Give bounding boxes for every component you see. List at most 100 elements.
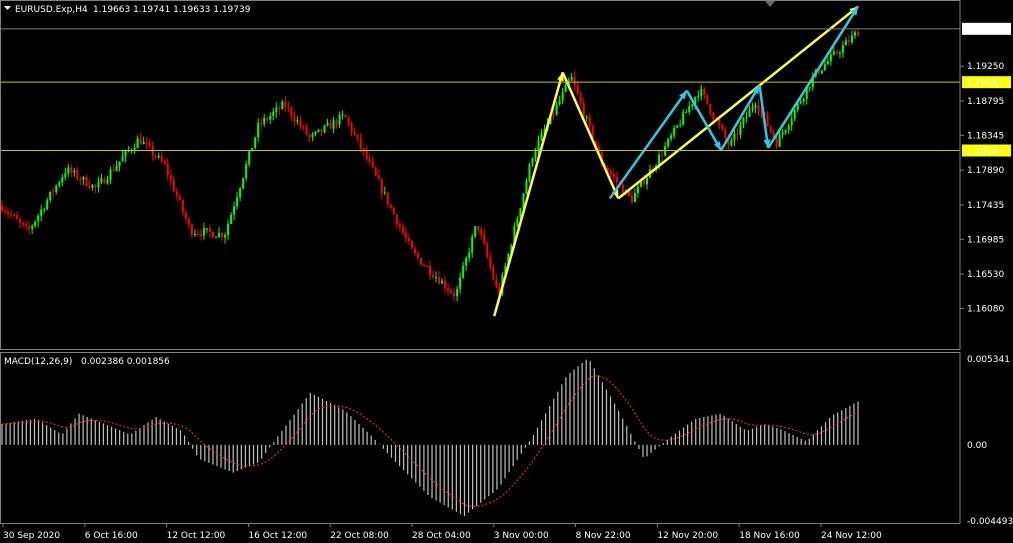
candle-body [263,117,266,124]
candle-body [685,112,688,114]
time-axis-label: 24 Nov 12:00 [821,531,882,541]
candle-body [823,64,826,71]
candle-body [284,101,287,107]
time-axis-label: 3 Nov 00:00 [494,531,549,541]
candle-body [82,176,85,180]
candle-body [97,182,100,188]
candle-body [227,223,230,236]
price-axis-label: 1.18345 [967,131,1004,141]
candle-body [739,125,742,135]
price-axis-label: 1.18795 [967,97,1004,107]
candle-body [471,236,474,253]
yellow-arrow[interactable] [561,71,620,199]
candle-body [838,52,841,54]
macd-axis-label: 0.00 [967,441,987,451]
candle-body [181,199,184,213]
candle-body [392,207,395,215]
candle-body [413,248,416,254]
candle-body [145,141,148,144]
candle-body [679,124,682,126]
candle-body [609,171,612,175]
candle-body [703,88,706,95]
candle-body [847,40,850,43]
candle-body [754,105,757,108]
candles-layer [1,28,859,302]
macd-signal-line [1,375,859,508]
candle-body [844,40,847,46]
candle-body [341,114,344,116]
candle-body [700,88,703,96]
candle-body [383,192,386,194]
candle-body [224,235,227,238]
ohlc-values: 1.19663 1.19741 1.19633 1.19739 [93,5,251,15]
candle-body [4,210,7,212]
chart-window[interactable]: 1.19250 1.18795 1.18345 1.17890 1.17435 1.169… [0,0,1013,543]
candle-body [778,134,781,147]
candle-body [435,277,438,279]
candle-body [236,197,239,207]
arrows-layer[interactable] [492,5,860,317]
candle-body [465,257,468,266]
candle-body [808,87,811,89]
candle-body [561,91,564,101]
time-axis-label: 12 Oct 12:00 [167,531,226,541]
symbol-menu-icon[interactable] [4,6,11,10]
candle-body [323,125,326,133]
candle-body [676,125,679,128]
candle-body [272,111,275,116]
candle-body [7,211,10,214]
candle-body [211,231,214,238]
candle-body [43,209,46,211]
candle-body [419,258,422,265]
yellow-arrow[interactable] [617,5,859,200]
candle-body [422,264,425,266]
price-axis-label: 1.19250 [967,62,1004,72]
time-axis-label: 22 Oct 08:00 [330,531,389,541]
candle-body [221,232,224,238]
candle-body [305,126,308,135]
candle-body [579,94,582,104]
candle-body [347,117,350,124]
time-axis-label: 28 Oct 04:00 [412,531,471,541]
candle-body [853,32,856,36]
yellow-arrow[interactable] [492,71,564,317]
candle-body [172,179,175,192]
candle-body [570,77,573,81]
candle-body [76,170,79,179]
candle-body [495,278,498,287]
candle-body [404,232,407,239]
candle-body [215,236,217,238]
levels-layer[interactable] [0,28,960,152]
candle-body [13,214,16,216]
candle-body [401,227,404,233]
cyan-arrow[interactable] [719,84,761,151]
candle-body [100,178,103,183]
candle-body [516,218,519,227]
cyan-arrow[interactable] [767,5,860,149]
candle-body [163,161,166,164]
candle-body [775,137,778,147]
candle-body [136,138,139,148]
candle-body [148,143,151,146]
candle-body [28,226,31,229]
candle-body [630,195,633,203]
candle-body [748,109,751,117]
candle-body [588,116,591,126]
candle-body [534,151,537,159]
candle-body [380,179,383,194]
candle-body [555,104,558,115]
candle-body [790,118,793,126]
candle-body [79,178,82,180]
candle-body [784,129,787,133]
candle-body [91,184,94,189]
macd-axis-label: 0.005341 [967,355,1010,365]
candle-body [350,123,353,133]
candle-body [398,224,401,228]
candle-body [386,192,389,205]
candle-body [486,243,489,257]
shift-marker-icon[interactable] [765,1,775,7]
cyan-arrow[interactable] [608,89,688,200]
candle-body [299,120,302,127]
candle-body [646,177,649,185]
candle-body [474,226,477,237]
